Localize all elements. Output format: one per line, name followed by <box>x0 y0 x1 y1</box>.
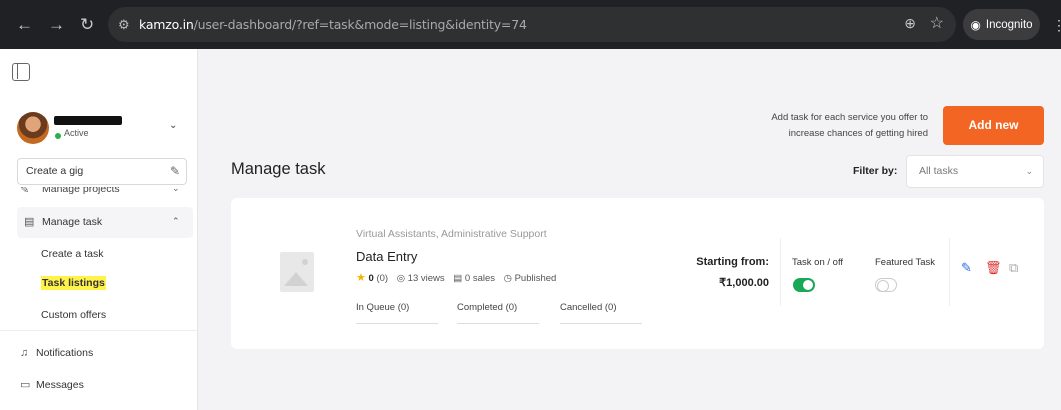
starting-from-label: Starting from: <box>696 256 769 268</box>
filter-label: Filter by: <box>853 165 898 177</box>
incognito-icon: ◉ <box>970 17 981 32</box>
sidebar-item-label: Messages <box>36 379 84 391</box>
cancelled-tab[interactable]: Cancelled (0) <box>560 302 642 324</box>
sidebar-item-custom-offers[interactable]: Custom offers <box>41 309 106 321</box>
chevron-down-icon: ⌄ <box>172 187 180 193</box>
add-new-button[interactable]: Add new <box>943 106 1044 145</box>
task-category: Virtual Assistants, Administrative Suppo… <box>356 228 547 240</box>
task-meta: ★ 0 (0) ◎ 13 views ▤ 0 sales ◷ Published <box>356 271 556 284</box>
price: ₹1,000.00 <box>719 277 769 289</box>
divider <box>780 238 781 306</box>
sidebar-item-label: Notifications <box>36 347 94 359</box>
completed-tab[interactable]: Completed (0) <box>457 302 539 324</box>
sales-count: 0 sales <box>464 273 495 284</box>
message-icon: ▭ <box>20 379 31 391</box>
redacted-username <box>54 116 122 125</box>
sidebar-collapse-icon[interactable] <box>12 63 30 81</box>
create-gig-button[interactable]: Create a gig ✎ <box>17 158 187 185</box>
task-card: Virtual Assistants, Administrative Suppo… <box>231 198 1044 349</box>
publish-status: Published <box>514 273 557 284</box>
task-title[interactable]: Data Entry <box>356 249 417 264</box>
sidebar-item-manage-projects[interactable]: ✎ Manage projects ⌄ <box>17 187 187 201</box>
bell-icon: ♫ <box>20 347 29 359</box>
views-count: 13 views <box>407 273 445 284</box>
sidebar-item-label: Manage task <box>42 216 103 228</box>
reload-icon[interactable]: ↻ <box>80 0 94 49</box>
back-arrow-icon[interactable]: ← <box>16 0 33 49</box>
forward-arrow-icon[interactable]: → <box>48 0 65 49</box>
chevron-down-icon[interactable]: ⌄ <box>169 120 177 131</box>
sidebar-subitem-label: Create a task <box>41 248 104 260</box>
url-text[interactable]: kamzo.in/user-dashboard/?ref=task&mode=l… <box>139 7 527 42</box>
profile-status: Active <box>64 128 89 138</box>
chevron-down-icon: ⌄ <box>1025 166 1033 176</box>
review-count: (0) <box>376 273 389 284</box>
bookmark-star-icon[interactable]: ☆ <box>930 13 944 33</box>
filter-value: All tasks <box>919 165 959 177</box>
page-title: Manage task <box>231 160 326 178</box>
image-placeholder-icon <box>280 252 314 292</box>
incognito-badge[interactable]: ◉ Incognito <box>963 9 1040 40</box>
task-on-off-toggle[interactable] <box>793 278 815 292</box>
create-gig-label: Create a gig <box>26 165 84 177</box>
active-status-dot <box>55 133 61 139</box>
browser-menu-icon[interactable]: ⋮ <box>1052 17 1061 34</box>
edit-pencil-icon[interactable]: ✎ <box>961 260 972 276</box>
in-queue-tab[interactable]: In Queue (0) <box>356 302 438 324</box>
sidebar-item-create-task[interactable]: Create a task <box>41 248 103 260</box>
add-task-hint: Add task for each service you offer to i… <box>771 112 928 139</box>
star-icon: ★ <box>356 272 366 284</box>
featured-task-toggle[interactable] <box>875 278 897 292</box>
task-toggle-label: Task on / off <box>792 257 844 268</box>
sidebar-item-notifications[interactable]: ♫ Notifications <box>20 347 93 359</box>
sidebar-subitem-label: Custom offers <box>41 309 107 321</box>
sidebar-subitem-label: Task listings <box>41 276 106 290</box>
address-bar[interactable]: ⚙ kamzo.in/user-dashboard/?ref=task&mode… <box>108 7 956 42</box>
divider <box>949 238 950 306</box>
chevron-up-icon: ⌃ <box>172 216 180 226</box>
rating-value: 0 <box>368 273 374 284</box>
projects-icon: ✎ <box>20 187 30 196</box>
sidebar-divider <box>0 330 198 331</box>
sidebar-item-manage-task[interactable]: ▤ Manage task ⌃ <box>17 207 193 238</box>
sidebar: Active ⌄ Create a gig ✎ ✎ Manage project… <box>0 49 198 410</box>
sidebar-item-label: Manage projects <box>42 187 120 195</box>
sidebar-item-task-listings[interactable]: Task listings <box>41 276 106 290</box>
browser-toolbar: ← → ↻ ⚙ kamzo.in/user-dashboard/?ref=tas… <box>0 0 1061 49</box>
avatar <box>17 112 49 144</box>
clock-icon: ◷ <box>503 273 512 284</box>
external-link-icon[interactable]: ⧉ <box>1009 260 1018 276</box>
filter-select[interactable]: All tasks ⌄ <box>906 155 1044 188</box>
incognito-label: Incognito <box>985 18 1033 31</box>
site-settings-icon[interactable]: ⚙ <box>118 16 135 33</box>
profile-switcher[interactable]: Active ⌄ <box>17 110 187 150</box>
trash-icon[interactable]: 🗑 <box>985 260 1002 276</box>
sidebar-item-messages[interactable]: ▭ Messages <box>20 378 84 391</box>
receipt-icon: ▤ <box>453 273 463 284</box>
edit-icon: ✎ <box>169 164 180 178</box>
document-icon: ▤ <box>24 216 35 228</box>
url-host: kamzo.in <box>139 17 194 32</box>
url-path: /user-dashboard/?ref=task&mode=listing&i… <box>193 17 527 32</box>
featured-toggle-label: Featured Task <box>875 257 936 268</box>
zoom-icon[interactable]: ⊕ <box>904 15 916 32</box>
eye-icon: ◎ <box>396 273 406 284</box>
